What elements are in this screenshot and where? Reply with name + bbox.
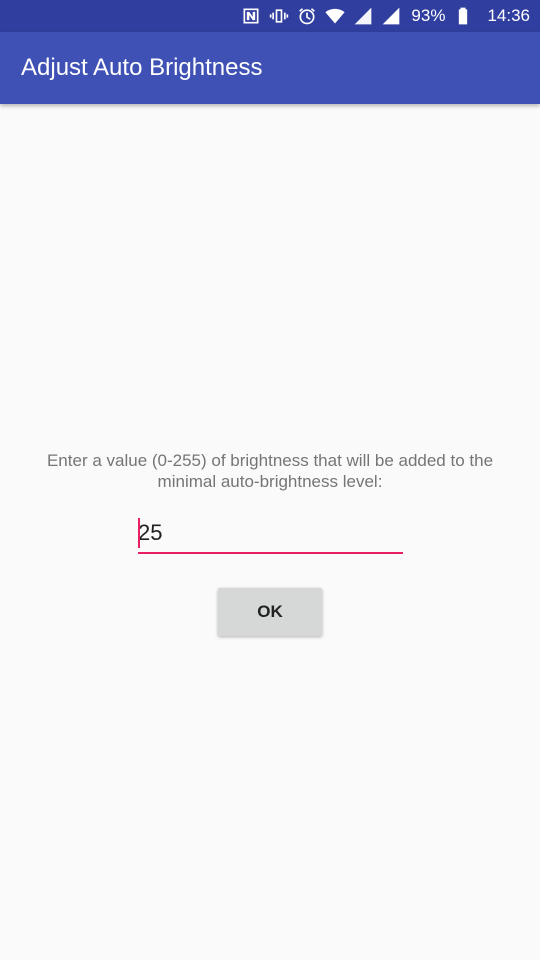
battery-percent: 93%: [411, 6, 446, 25]
main-content: Enter a value (0-255) of brightness that…: [0, 104, 540, 960]
status-bar: 93% 14:36: [0, 0, 540, 32]
ok-button[interactable]: OK: [218, 588, 322, 636]
vibrate-icon: [269, 6, 289, 26]
clock: 14:36: [487, 6, 530, 25]
signal-icon: [353, 6, 373, 26]
wifi-icon: [325, 6, 346, 26]
brightness-prompt: Enter a value (0-255) of brightness that…: [46, 451, 494, 491]
alarm-icon: [297, 6, 317, 26]
nfc-icon: [241, 6, 261, 26]
signal-icon: [381, 6, 401, 26]
app-bar: Adjust Auto Brightness: [0, 32, 540, 104]
brightness-input-field[interactable]: [138, 514, 403, 554]
brightness-input[interactable]: [138, 514, 403, 552]
text-cursor: [138, 518, 140, 548]
page-title: Adjust Auto Brightness: [21, 54, 263, 81]
battery-icon: [453, 6, 473, 26]
